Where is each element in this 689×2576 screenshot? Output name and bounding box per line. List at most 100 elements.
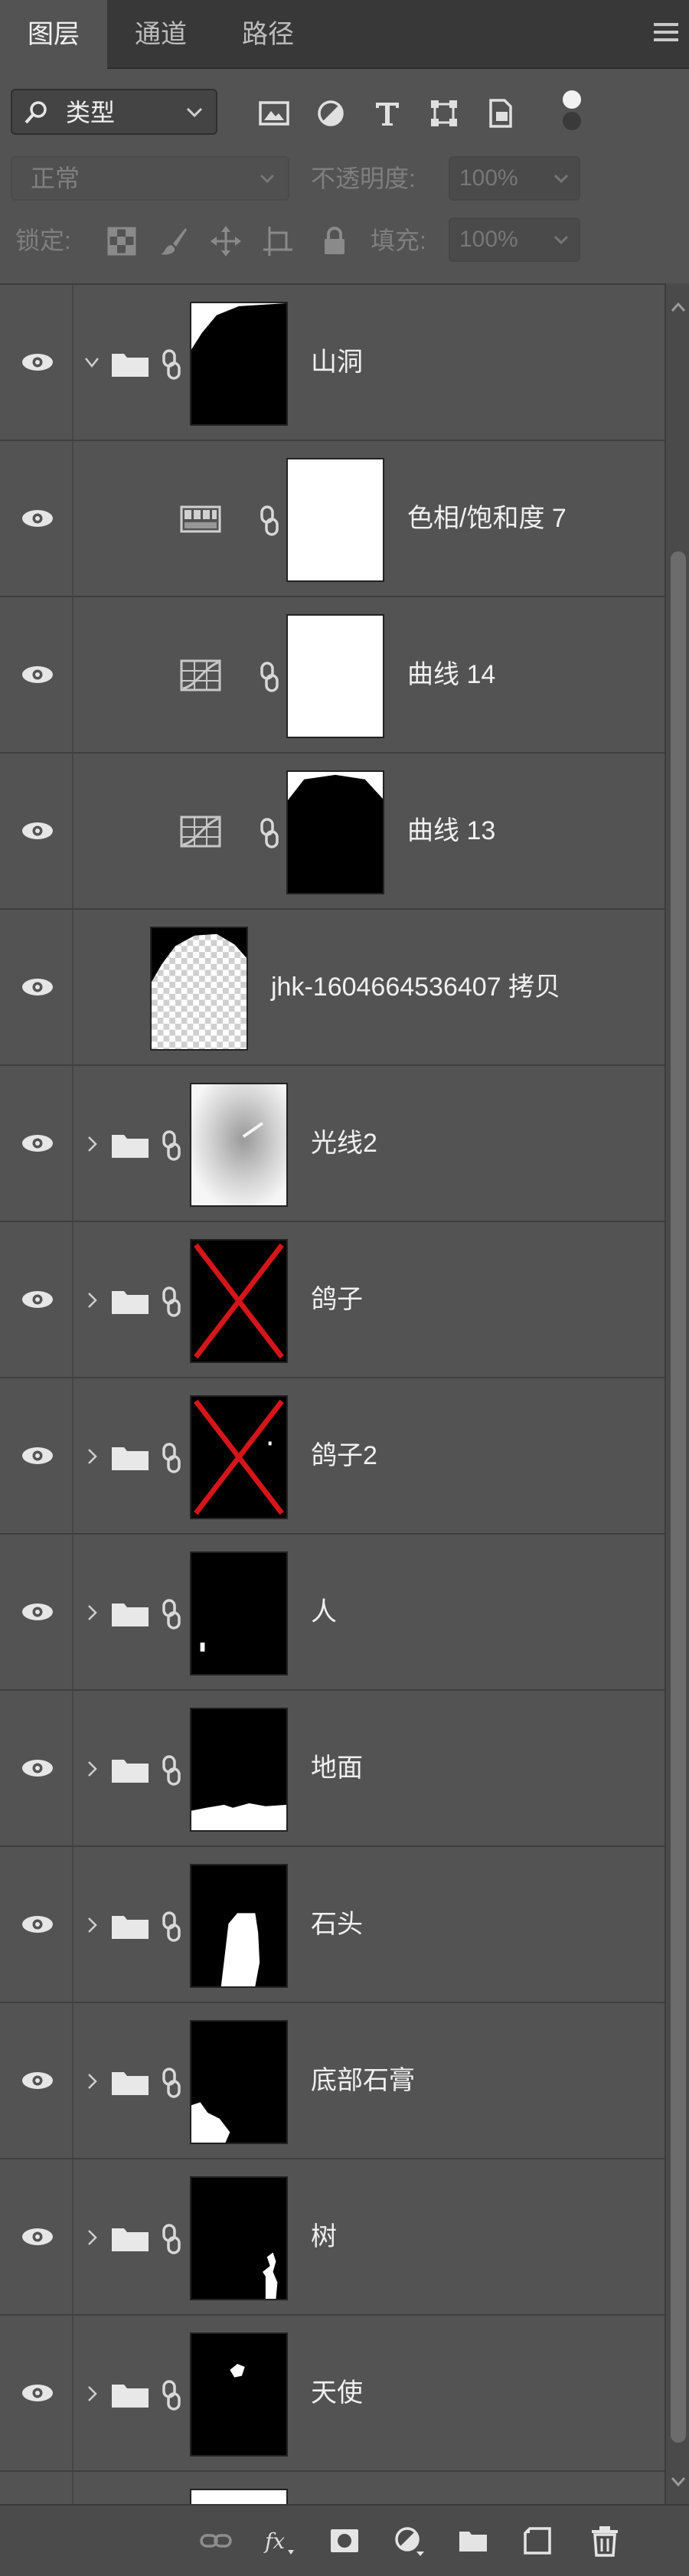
eye-icon[interactable]	[20, 1132, 55, 1155]
layer-name[interactable]: 地面	[311, 1691, 363, 1845]
layer-style-icon[interactable]: fx	[262, 2524, 296, 2558]
type-filter-icon[interactable]	[371, 96, 404, 130]
eye-icon[interactable]	[20, 1913, 55, 1936]
scroll-up-arrow-icon[interactable]	[669, 300, 687, 314]
mask-thumbnail[interactable]	[286, 770, 384, 894]
layer-name[interactable]: 鸽子2	[311, 1378, 377, 1533]
opacity-input[interactable]: 100%	[449, 156, 580, 201]
chevron-right-icon[interactable]	[84, 1760, 100, 1778]
visibility-cell[interactable]	[0, 2316, 73, 2470]
layer-row[interactable]: 鸽子2	[0, 1378, 665, 1535]
mask-thumbnail[interactable]	[190, 2332, 288, 2457]
mask-link-icon[interactable]	[259, 662, 280, 692]
mask-thumbnail[interactable]	[190, 1551, 288, 1675]
eye-icon[interactable]	[20, 2381, 55, 2404]
layer-row[interactable]: 光线2	[0, 1066, 665, 1222]
mask-link-icon[interactable]	[161, 1286, 182, 1317]
layer-thumbnail[interactable]	[150, 927, 248, 1051]
layer-row[interactable]: 曲线 14	[0, 597, 665, 754]
visibility-cell[interactable]	[0, 754, 73, 908]
layer-row[interactable]: 鸽子	[0, 1222, 665, 1378]
shape-filter-icon[interactable]	[427, 96, 461, 130]
mask-link-icon[interactable]	[161, 349, 182, 380]
mask-thumbnail[interactable]	[190, 2176, 288, 2300]
layer-row[interactable]: 天使	[0, 2316, 665, 2472]
eye-icon[interactable]	[20, 976, 55, 999]
new-layer-icon[interactable]	[521, 2524, 554, 2558]
layer-row[interactable]: 山洞	[0, 285, 665, 441]
mask-link-icon[interactable]	[161, 1755, 182, 1786]
layer-name[interactable]: 底部石膏	[311, 2003, 415, 2158]
mask-link-icon[interactable]	[161, 2068, 182, 2098]
link-layers-icon[interactable]	[199, 2524, 233, 2558]
eye-icon[interactable]	[20, 2225, 55, 2248]
eye-icon[interactable]	[20, 2069, 55, 2092]
eye-icon[interactable]	[20, 1757, 55, 1780]
layer-row[interactable]: 石头	[0, 1847, 665, 2003]
fill-input[interactable]: 100%	[449, 217, 580, 262]
blend-mode-select[interactable]: 正常	[11, 156, 289, 201]
layer-name[interactable]: 石头	[311, 1847, 363, 2002]
layer-name[interactable]: 树	[311, 2159, 337, 2314]
layer-row[interactable]	[0, 2472, 665, 2504]
chevron-right-icon[interactable]	[84, 1135, 100, 1153]
visibility-cell[interactable]	[0, 1066, 73, 1221]
mask-link-icon[interactable]	[161, 1911, 182, 1942]
layer-row[interactable]: jhk-1604664536407 拷贝	[0, 910, 665, 1066]
mask-thumbnail[interactable]	[190, 2489, 288, 2504]
visibility-cell[interactable]	[0, 2159, 73, 2314]
filter-kind-select[interactable]: 类型	[11, 89, 217, 135]
mask-link-icon[interactable]	[259, 818, 280, 848]
scrollbar-thumb[interactable]	[671, 551, 686, 2443]
layer-row[interactable]: 色相/饱和度 7	[0, 441, 665, 597]
visibility-cell[interactable]	[0, 1691, 73, 1845]
layer-row[interactable]: 曲线 13	[0, 754, 665, 910]
chevron-right-icon[interactable]	[84, 1447, 100, 1466]
visibility-cell[interactable]	[0, 285, 73, 440]
layers-scrollbar[interactable]	[665, 283, 689, 2504]
lock-position-icon[interactable]	[210, 225, 242, 257]
eye-icon[interactable]	[20, 1444, 55, 1467]
tab-layers[interactable]: 图层	[0, 0, 107, 70]
mask-link-icon[interactable]	[161, 2224, 182, 2254]
layer-row[interactable]: 底部石膏	[0, 2003, 665, 2159]
visibility-cell[interactable]	[0, 1535, 73, 1689]
layer-name[interactable]: 山洞	[311, 285, 363, 440]
lock-all-icon[interactable]	[318, 225, 351, 257]
lock-image-pixels-icon[interactable]	[158, 225, 190, 257]
eye-icon[interactable]	[20, 507, 55, 530]
mask-link-icon[interactable]	[161, 2380, 182, 2411]
chevron-right-icon[interactable]	[84, 2072, 100, 2091]
chevron-right-icon[interactable]	[84, 2385, 100, 2403]
layer-name[interactable]: 光线2	[311, 1066, 377, 1221]
chevron-down-icon[interactable]	[84, 354, 100, 372]
mask-thumbnail[interactable]	[286, 614, 384, 738]
mask-thumbnail[interactable]	[190, 1708, 288, 1832]
mask-thumbnail[interactable]	[190, 2020, 288, 2144]
layer-name[interactable]: 人	[311, 1535, 337, 1689]
layer-name[interactable]: 天使	[311, 2316, 363, 2470]
tab-paths[interactable]: 路径	[214, 0, 322, 69]
eye-icon[interactable]	[20, 1600, 55, 1623]
add-mask-icon[interactable]	[328, 2524, 361, 2558]
visibility-cell[interactable]	[0, 1378, 73, 1533]
layer-name[interactable]: 色相/饱和度 7	[407, 441, 567, 596]
new-group-icon[interactable]	[456, 2524, 490, 2558]
layer-name[interactable]: 曲线 14	[407, 597, 495, 752]
mask-link-icon[interactable]	[161, 1443, 182, 1473]
layer-name[interactable]: jhk-1604664536407 拷贝	[271, 910, 560, 1064]
mask-thumbnail[interactable]	[190, 1395, 288, 1519]
chevron-right-icon[interactable]	[84, 1916, 100, 1934]
eye-icon[interactable]	[20, 1288, 55, 1311]
image-filter-icon[interactable]	[257, 96, 291, 130]
visibility-cell[interactable]	[0, 2472, 73, 2504]
chevron-right-icon[interactable]	[84, 1291, 100, 1309]
eye-icon[interactable]	[20, 819, 55, 842]
eye-icon[interactable]	[20, 351, 55, 374]
mask-thumbnail[interactable]	[190, 1864, 288, 1988]
layer-row[interactable]: 人	[0, 1535, 665, 1691]
visibility-cell[interactable]	[0, 597, 73, 752]
mask-thumbnail[interactable]	[190, 1083, 288, 1207]
adjustment-filter-icon[interactable]	[314, 96, 348, 130]
mask-thumbnail[interactable]	[286, 458, 384, 582]
